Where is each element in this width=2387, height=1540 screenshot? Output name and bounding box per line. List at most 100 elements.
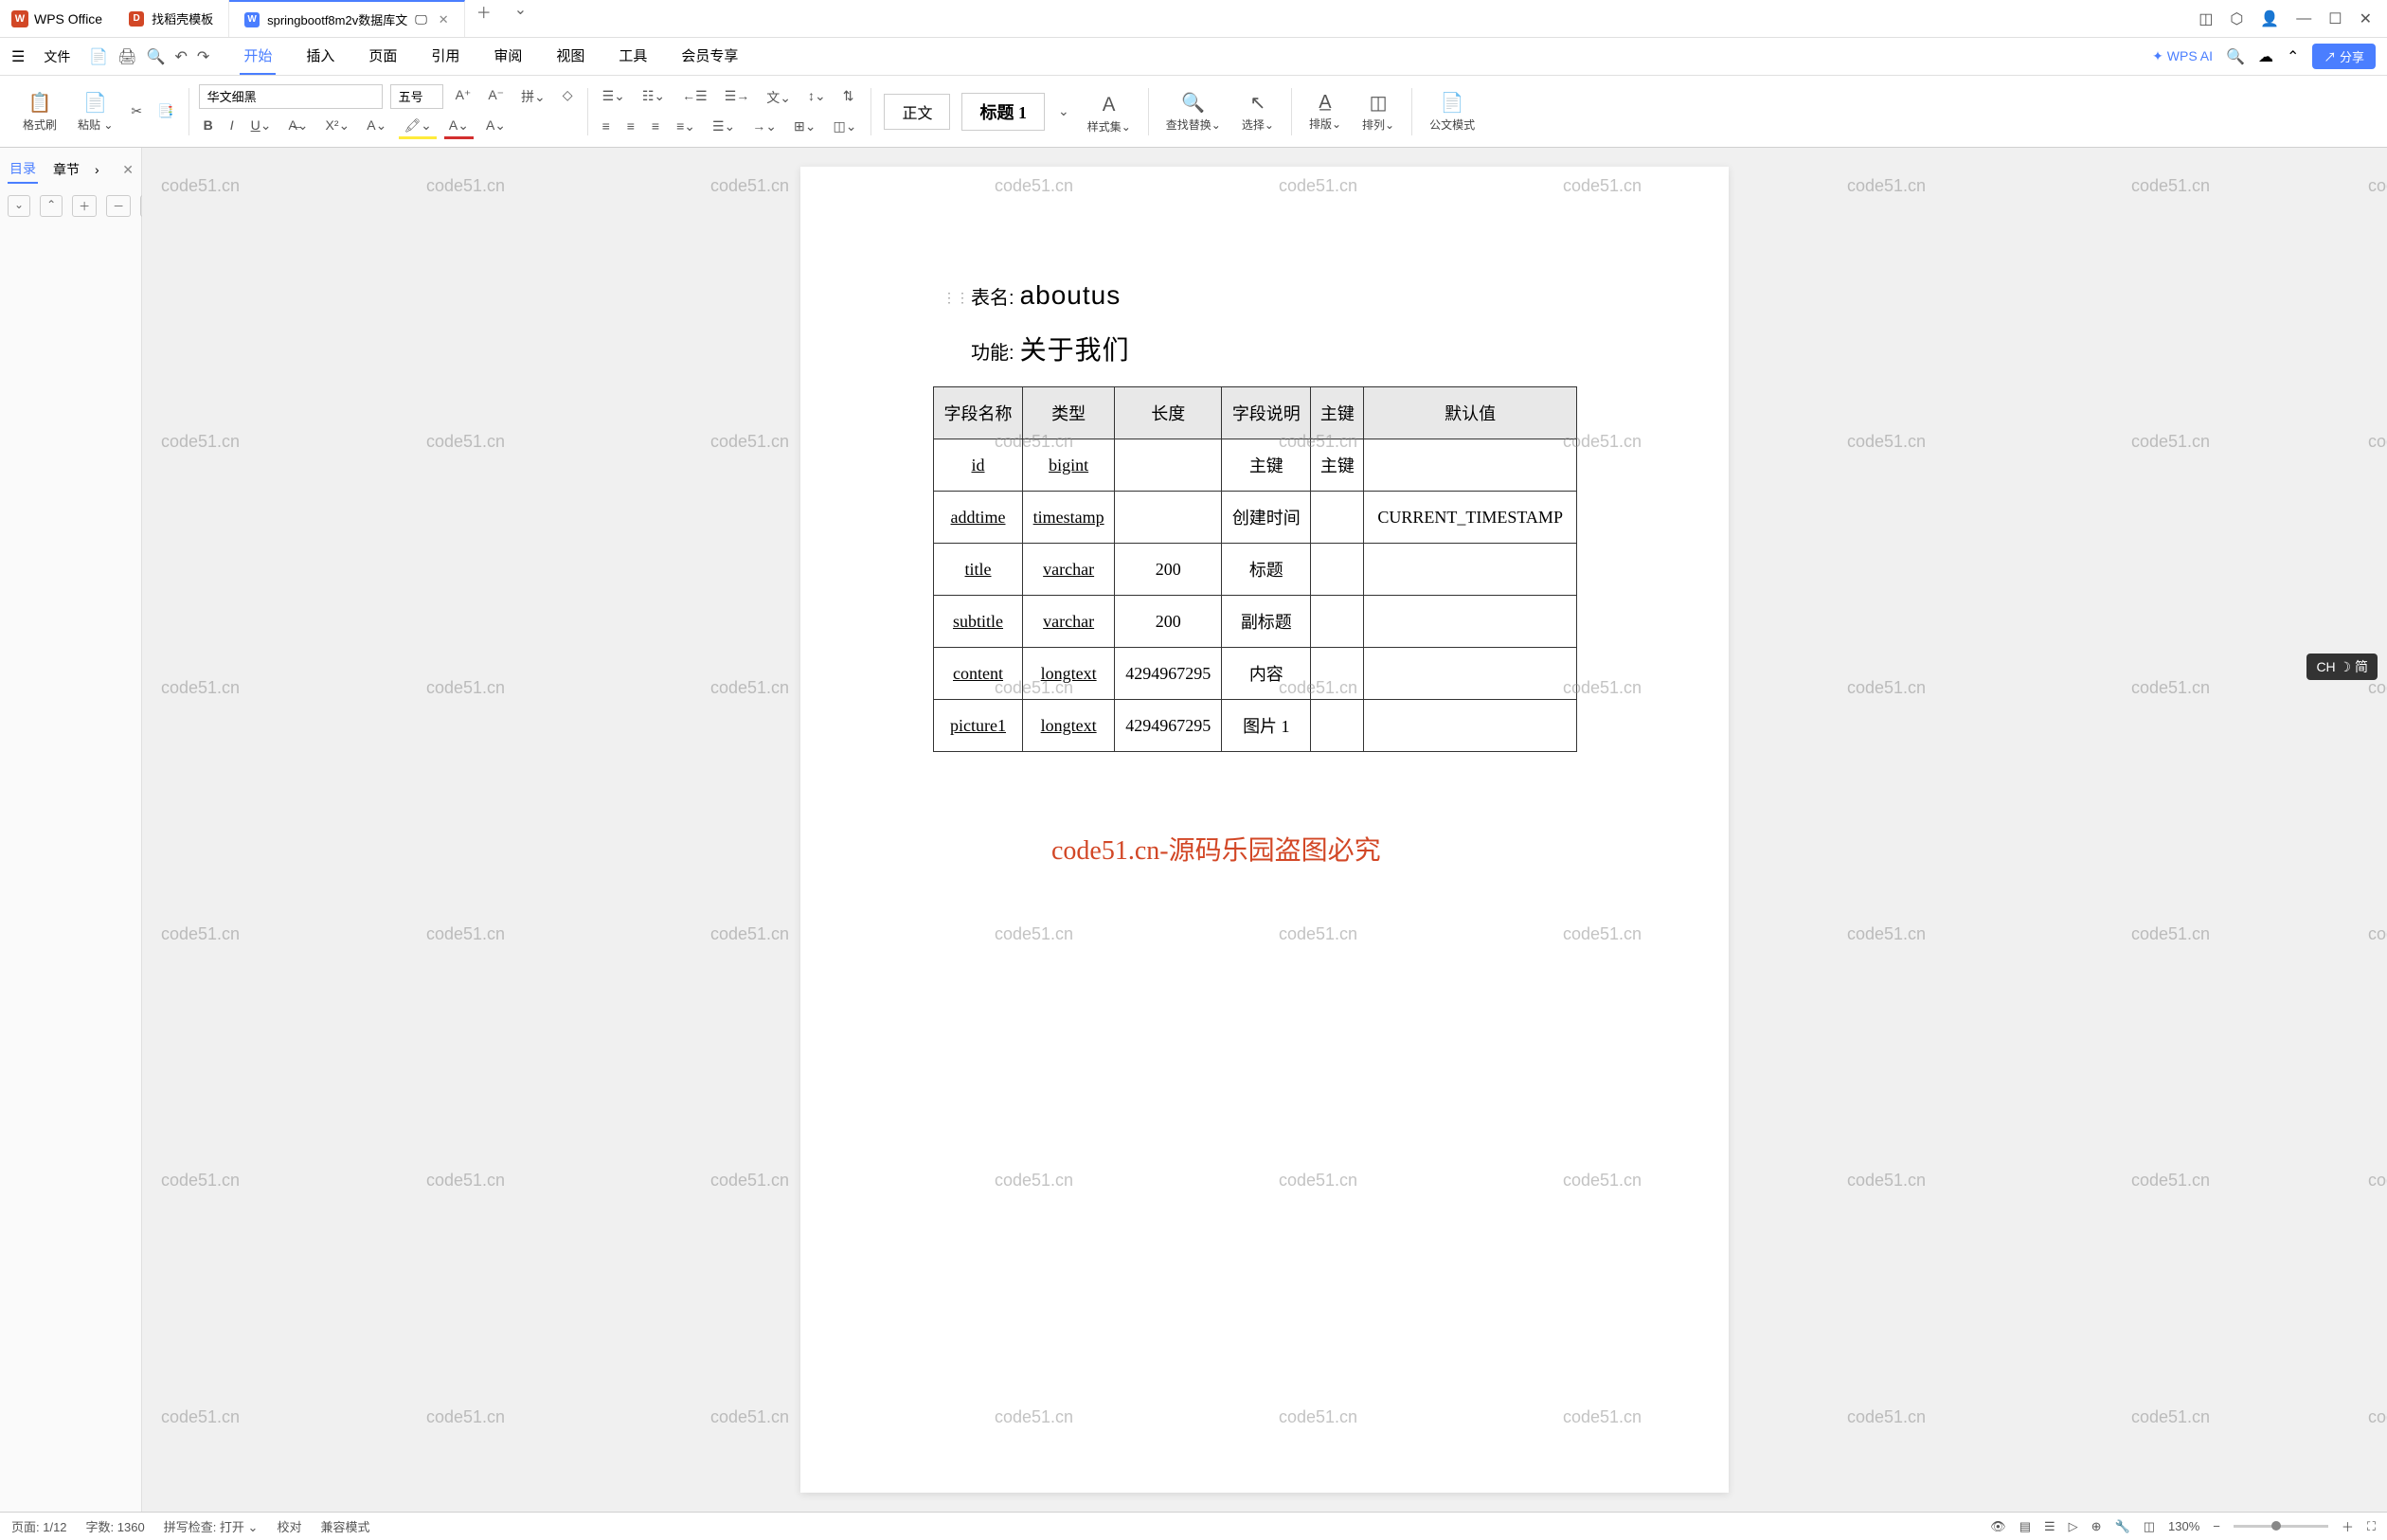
find-icon[interactable]: 🔍 xyxy=(1181,91,1205,115)
cut-icon[interactable]: ✂ xyxy=(126,100,147,122)
zoom-slider[interactable] xyxy=(2234,1525,2328,1528)
highlight-button[interactable]: 🖍⌄ xyxy=(399,115,437,139)
undo-icon[interactable]: ↶ xyxy=(175,47,188,66)
select-icon[interactable]: ↖ xyxy=(1250,91,1266,115)
style-normal[interactable]: 正文 xyxy=(884,94,950,130)
view-print-icon[interactable]: ▤ xyxy=(2019,1519,2031,1534)
sort-icon[interactable]: ⇅ xyxy=(838,85,859,110)
proofread-status[interactable]: 校对 xyxy=(277,1517,301,1535)
fill-icon[interactable]: ◫⌄ xyxy=(828,116,861,137)
style-heading1[interactable]: 标题 1 xyxy=(961,93,1045,131)
zoom-in-icon[interactable]: ＋ xyxy=(2342,1517,2354,1535)
collapse-ribbon-icon[interactable]: ⌃ xyxy=(2287,47,2299,66)
remove-icon[interactable]: － xyxy=(106,195,131,217)
tab-review[interactable]: 审阅 xyxy=(490,38,526,75)
ime-indicator[interactable]: CH ☽ 简 xyxy=(2306,654,2378,680)
menu-icon[interactable]: ☰ xyxy=(11,47,25,66)
tab-menu-button[interactable]: ⌄ xyxy=(503,0,538,37)
spellcheck-status[interactable]: 拼写检查: 打开 ⌄ xyxy=(164,1517,259,1535)
page-indicator[interactable]: 页面: 1/12 xyxy=(11,1517,67,1535)
tab-member[interactable]: 会员专享 xyxy=(677,38,742,75)
tab-insert[interactable]: 插入 xyxy=(302,38,338,75)
preview-icon[interactable]: 🔍 xyxy=(147,47,166,66)
clear-format-icon[interactable]: ◇ xyxy=(558,84,578,109)
zoom-level[interactable]: 130% xyxy=(2168,1519,2199,1533)
collapse-icon[interactable]: ⌄ xyxy=(8,195,30,217)
cloud-icon[interactable]: ☁ xyxy=(2258,47,2273,66)
decrease-indent-icon[interactable]: ←☰ xyxy=(677,85,712,110)
underline-button[interactable]: U⌄ xyxy=(246,115,277,139)
save-icon[interactable]: 📄 xyxy=(89,47,108,66)
line-spacing-icon[interactable]: ↕⌄ xyxy=(803,85,831,110)
tab-references[interactable]: 引用 xyxy=(427,38,463,75)
tab-icon[interactable]: →⌄ xyxy=(747,116,781,137)
sidebar-close-icon[interactable]: ✕ xyxy=(122,162,134,178)
file-menu[interactable]: 文件 xyxy=(36,44,78,70)
maximize-button[interactable]: ☐ xyxy=(2328,9,2342,28)
document-area[interactable]: ⋮⋮ 表名: aboutus 功能: 关于我们 字段名称 类型 长度 字段说明 … xyxy=(142,148,2387,1512)
bullet-list-icon[interactable]: ☰⌄ xyxy=(598,85,630,110)
fullscreen-icon[interactable]: ⛶ xyxy=(2367,1519,2376,1534)
style-set-icon[interactable]: Ａ xyxy=(1100,89,1119,116)
close-icon[interactable]: ✕ xyxy=(439,12,449,27)
paste-icon[interactable]: 📄 xyxy=(83,91,107,115)
tab-tools[interactable]: 工具 xyxy=(615,38,651,75)
align-justify-icon[interactable]: ≡⌄ xyxy=(672,116,700,137)
close-button[interactable]: ✕ xyxy=(2360,9,2372,28)
document-mode-icon[interactable]: 📄 xyxy=(1441,91,1464,115)
wps-ai-button[interactable]: ✦ WPS AI xyxy=(2152,48,2213,64)
tab-view[interactable]: 视图 xyxy=(552,38,588,75)
tab-page[interactable]: 页面 xyxy=(365,38,401,75)
font-size-select[interactable] xyxy=(390,84,443,109)
increase-font-icon[interactable]: A⁺ xyxy=(451,84,476,109)
compat-mode[interactable]: 兼容模式 xyxy=(320,1517,369,1535)
zoom-out-icon[interactable]: − xyxy=(2213,1519,2220,1533)
phonetic-icon[interactable]: 拼⌄ xyxy=(516,84,550,109)
arrange-icon[interactable]: ◫ xyxy=(1370,91,1388,115)
view-panel-icon[interactable]: ◫ xyxy=(2144,1519,2155,1534)
drag-handle-icon[interactable]: ⋮⋮ xyxy=(942,290,969,306)
search-icon[interactable]: 🔍 xyxy=(2226,47,2245,66)
add-icon[interactable]: ＋ xyxy=(72,195,97,217)
increase-indent-icon[interactable]: ☰→ xyxy=(720,85,755,110)
text-direction-icon[interactable]: 文⌄ xyxy=(762,85,796,110)
tab-template[interactable]: D 找稻壳模板 xyxy=(114,0,229,37)
minimize-button[interactable]: — xyxy=(2296,10,2311,27)
avatar-icon[interactable]: 👤 xyxy=(2260,9,2279,28)
align-right-icon[interactable]: ≡ xyxy=(647,116,664,137)
redo-icon[interactable]: ↷ xyxy=(197,47,209,66)
decrease-font-icon[interactable]: A⁻ xyxy=(483,84,509,109)
cube-icon[interactable]: ⬡ xyxy=(2230,9,2243,28)
sidebar-tab-chapter[interactable]: 章节 xyxy=(51,156,81,183)
bold-button[interactable]: B xyxy=(199,115,218,139)
copy-icon[interactable]: 📑 xyxy=(153,100,178,122)
superscript-button[interactable]: X²⌄ xyxy=(321,115,355,139)
strike-button[interactable]: A̶⌄ xyxy=(283,115,313,139)
distribute-icon[interactable]: ☰⌄ xyxy=(708,116,740,137)
multiwindow-icon[interactable]: ◫ xyxy=(2199,9,2213,28)
shading-button[interactable]: A⌄ xyxy=(481,115,511,139)
number-list-icon[interactable]: ☷⌄ xyxy=(637,85,670,110)
font-name-select[interactable] xyxy=(199,84,383,109)
view-outline-icon[interactable]: ☰ xyxy=(2044,1519,2055,1534)
sidebar-next-icon[interactable]: › xyxy=(95,162,99,177)
layout-icon[interactable]: A̲ xyxy=(1319,92,1331,114)
text-effect-button[interactable]: A⌄ xyxy=(362,115,391,139)
view-tool-icon[interactable]: 🔧 xyxy=(2115,1519,2130,1534)
style-more-icon[interactable]: ⌄ xyxy=(1053,100,1074,122)
tab-document[interactable]: W springbootf8m2v数据库文 🖵 ✕ xyxy=(229,0,465,37)
align-center-icon[interactable]: ≡ xyxy=(622,116,639,137)
view-web-icon[interactable]: ▷ xyxy=(2069,1519,2078,1534)
italic-button[interactable]: I xyxy=(225,115,239,139)
word-count[interactable]: 字数: 1360 xyxy=(86,1517,145,1535)
share-button[interactable]: ↗ 分享 xyxy=(2312,44,2376,69)
add-tab-button[interactable]: ＋ xyxy=(465,0,503,37)
sidebar-tab-toc[interactable]: 目录 xyxy=(8,155,38,184)
view-focus-icon[interactable]: ⊕ xyxy=(2091,1519,2102,1534)
expand-icon[interactable]: ⌃ xyxy=(40,195,63,217)
align-left-icon[interactable]: ≡ xyxy=(598,116,615,137)
view-read-icon[interactable]: 👁 xyxy=(1990,1519,2006,1534)
format-painter-icon[interactable]: 📋 xyxy=(28,91,52,115)
border-icon[interactable]: ⊞⌄ xyxy=(789,116,820,137)
tab-home[interactable]: 开始 xyxy=(240,38,276,75)
